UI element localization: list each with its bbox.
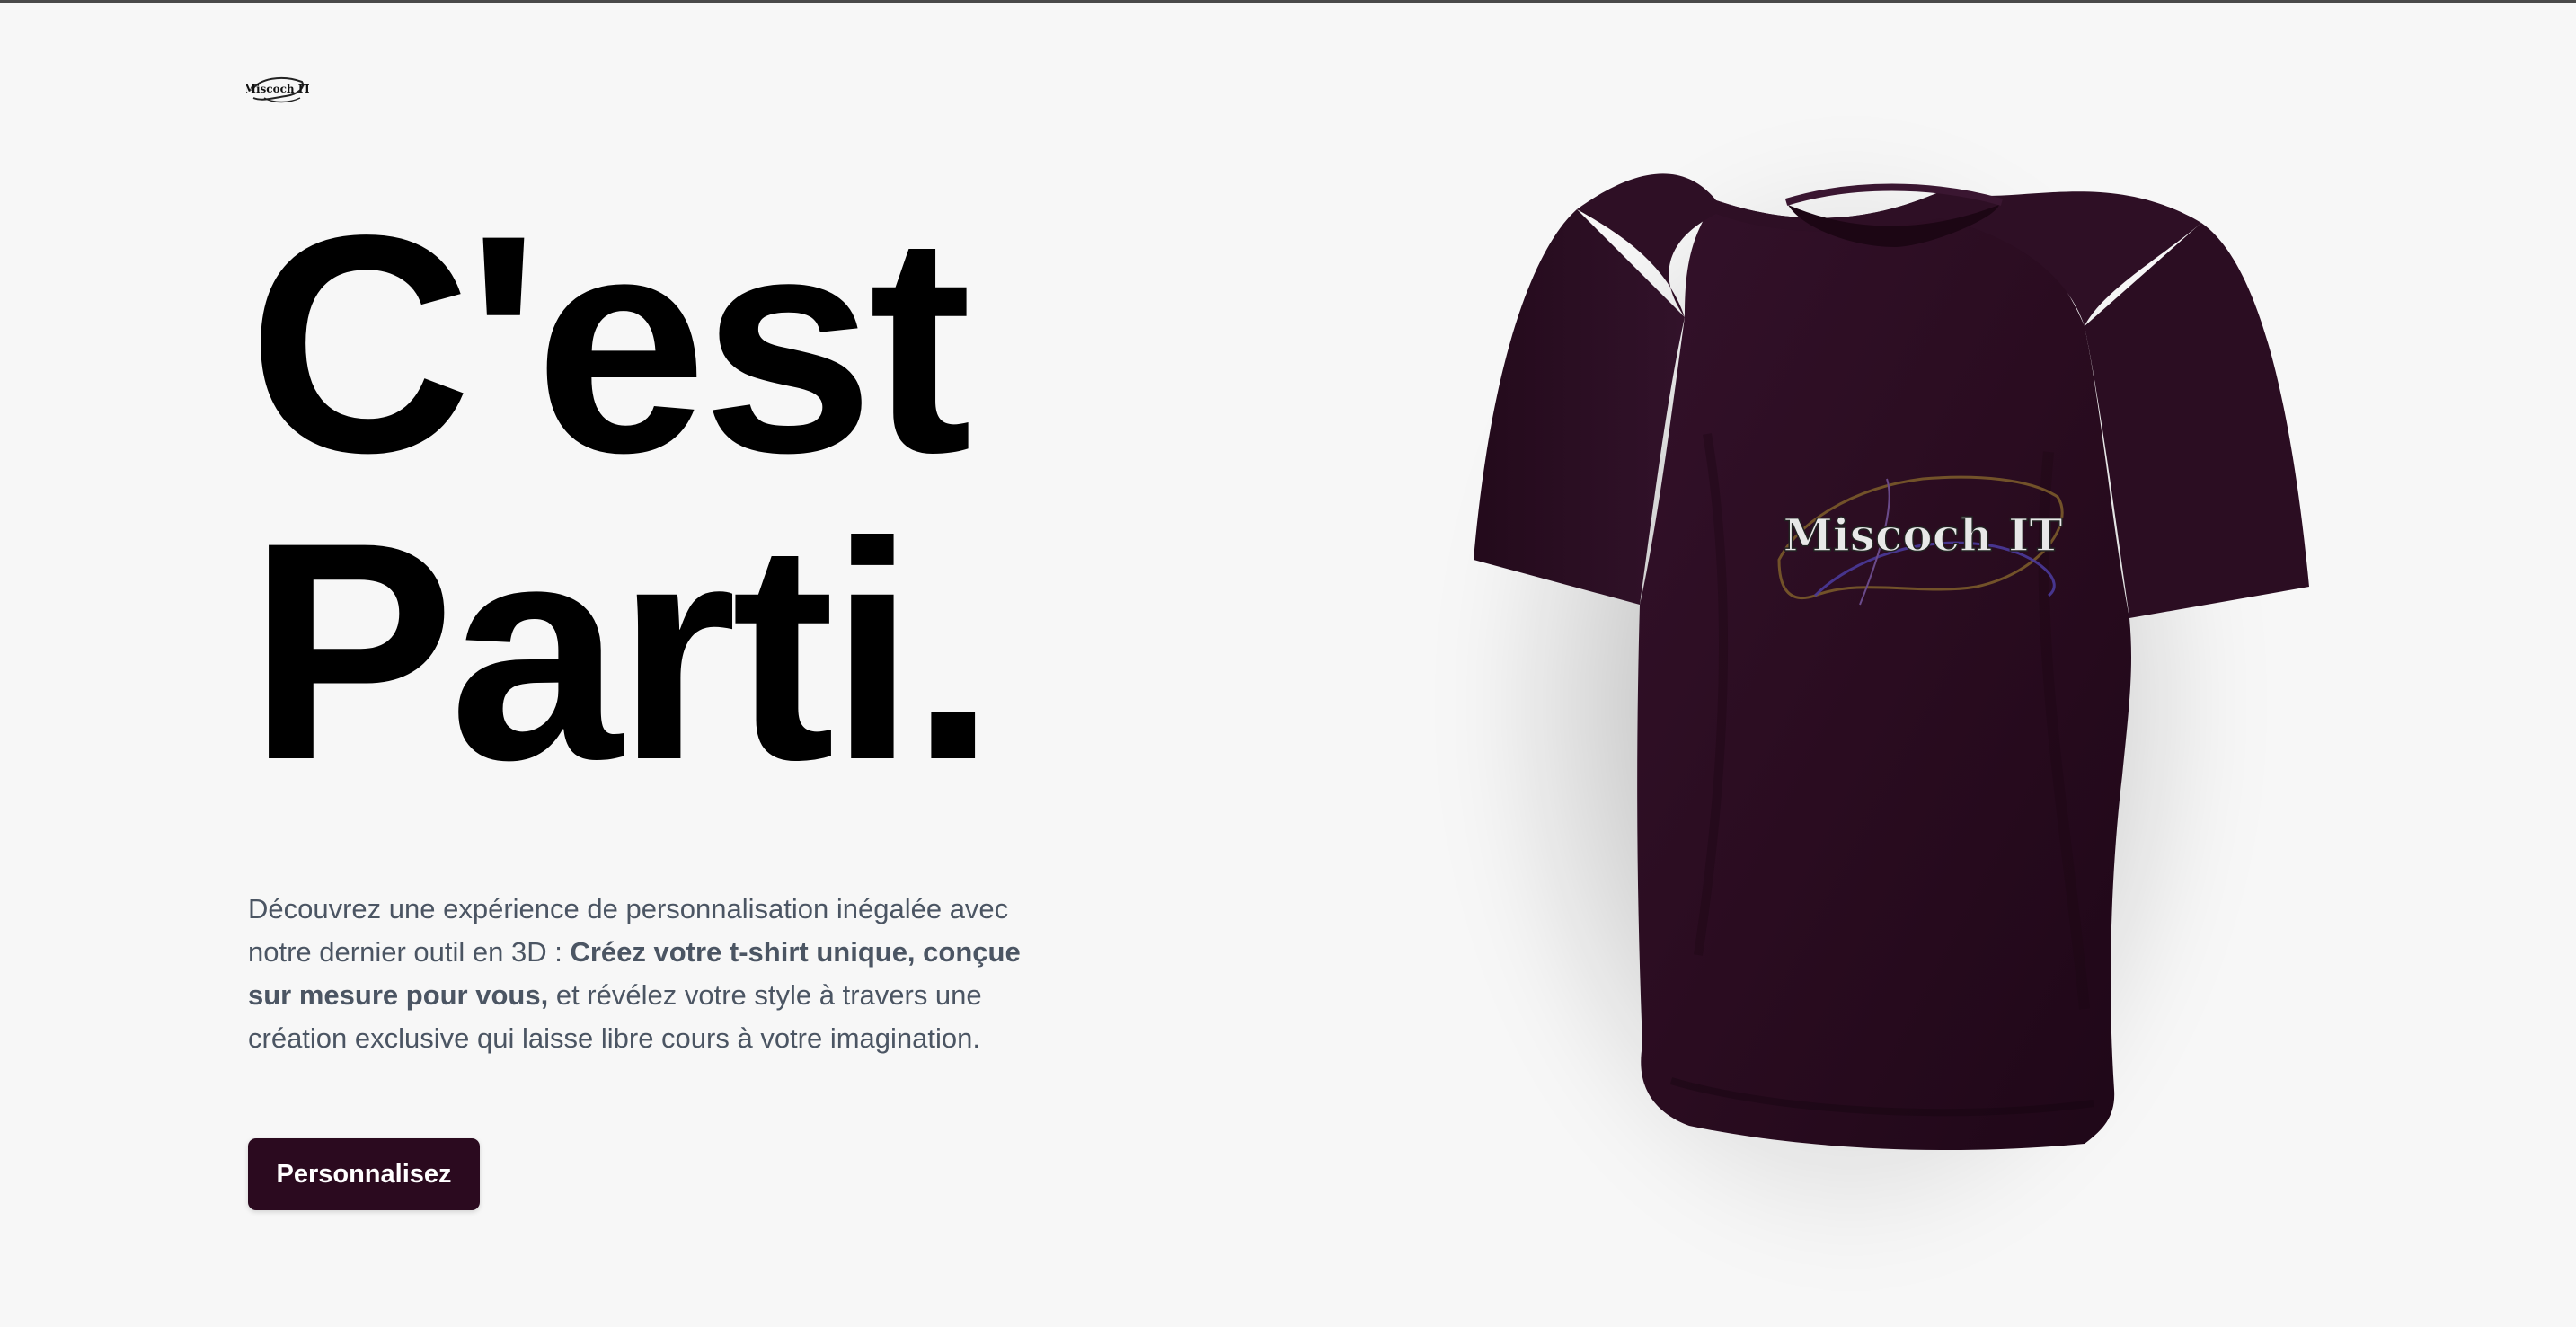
brand-logo-icon[interactable]: Miscoch IT [244, 71, 311, 107]
landing-page: Miscoch IT C'est Parti. Découvrez une ex… [0, 0, 2576, 1327]
hero-intro: Découvrez une expérience de personnalisa… [248, 888, 1057, 1060]
personalize-button[interactable]: Personnalisez [248, 1138, 480, 1210]
tshirt-3d-preview[interactable]: Miscoch IT [1312, 57, 2534, 1314]
logo-text: Miscoch IT [246, 83, 309, 95]
hero-title-line-1: C'est [248, 172, 972, 518]
shirt-print-text: Miscoch IT [1783, 509, 2062, 562]
shirt-body [1637, 191, 2132, 1151]
hero-title-line-2: Parti. [248, 479, 996, 825]
